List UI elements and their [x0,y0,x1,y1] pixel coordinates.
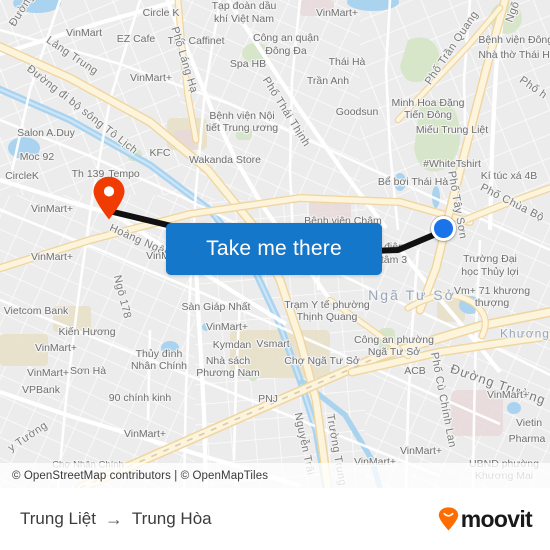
route-origin-label: Trung Liệt [20,509,96,528]
route-title: Trung Liệt → Trung Hòa [20,509,212,530]
attribution-separator: | [174,469,178,482]
moovit-wordmark: moovit [460,505,533,532]
take-me-there-button[interactable]: Take me there [166,223,382,275]
route-destination-label: Trung Hòa [131,509,212,528]
attribution-openmaptiles[interactable]: © OpenMapTiles [181,470,268,482]
footer-bar: Trung Liệt → Trung Hòa moovit [0,488,550,550]
origin-map-pin[interactable] [92,176,126,220]
attribution-osm[interactable]: © OpenStreetMap contributors [12,470,171,482]
map-attribution-bar: © OpenStreetMap contributors | © OpenMap… [0,463,550,488]
moovit-logo[interactable]: moovit [438,505,533,532]
destination-map-dot[interactable] [431,216,456,241]
map-viewport[interactable]: Đường Circle K Tạp đoàn dầu khí Việt Nam Vin… [0,0,550,488]
moovit-pin-icon [438,507,458,531]
moovit-map-page: Đường Circle K Tạp đoàn dầu khí Việt Nam Vin… [0,0,550,550]
arrow-right-icon: → [104,508,123,529]
